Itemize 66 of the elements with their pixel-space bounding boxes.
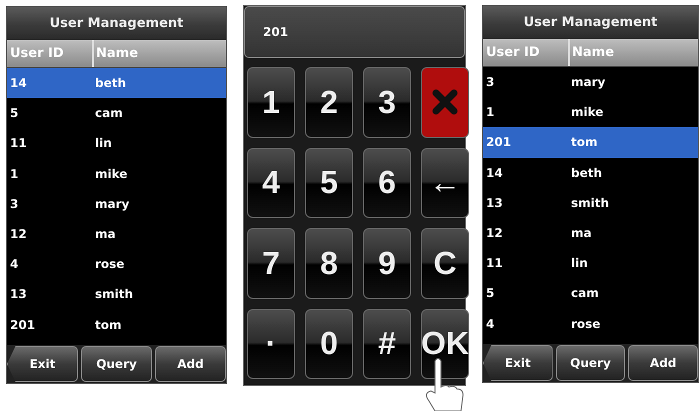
bar-button[interactable]: Add xyxy=(628,345,698,381)
keypad-key[interactable]: · xyxy=(247,308,295,379)
user-name: cam xyxy=(94,106,123,120)
user-name: lin xyxy=(94,136,112,150)
user-id: 13 xyxy=(9,287,27,302)
user-id: 14 xyxy=(9,76,27,90)
user-name: ma xyxy=(570,226,592,240)
screen-title: User Management xyxy=(483,6,698,39)
keypad-key[interactable]: 0 xyxy=(305,308,353,379)
keypad-key[interactable]: 6 xyxy=(363,148,411,218)
screen-title: User Management xyxy=(7,7,226,40)
keypad-key[interactable]: 1 xyxy=(247,67,295,138)
keypad-key[interactable]: 7 xyxy=(247,228,295,298)
user-name: tom xyxy=(570,135,598,150)
user-name: mary xyxy=(94,196,130,211)
keypad-key[interactable]: # xyxy=(363,308,411,379)
bar-button[interactable]: Exit xyxy=(7,346,78,382)
keypad-key[interactable]: 4 xyxy=(247,148,295,218)
input-field[interactable]: 201 xyxy=(244,6,465,58)
user-id: 5 xyxy=(485,286,494,300)
user-id: 3 xyxy=(485,75,494,90)
keypad-key[interactable]: 3 xyxy=(363,67,411,138)
user-name: mike xyxy=(570,105,604,120)
user-name: smith xyxy=(94,287,134,302)
user-name: rose xyxy=(94,257,124,272)
bar-button[interactable]: Query xyxy=(81,346,152,382)
keypad-key[interactable]: ← xyxy=(421,148,469,218)
user-id: 12 xyxy=(485,226,503,240)
user-id: 12 xyxy=(9,227,27,242)
user-id: 11 xyxy=(485,256,503,270)
user-id: 14 xyxy=(485,166,503,180)
user-row[interactable]: 201 tom xyxy=(483,127,698,158)
user-id: 3 xyxy=(9,196,18,211)
bar-button[interactable]: Add xyxy=(155,346,226,382)
user-name: lin xyxy=(570,256,588,270)
user-name: ma xyxy=(94,227,116,242)
user-row[interactable]: 14 beth xyxy=(7,68,226,98)
user-id: 4 xyxy=(485,316,494,331)
user-id: 1 xyxy=(9,166,18,181)
cancel-key[interactable] xyxy=(421,67,469,138)
user-id: 11 xyxy=(9,136,27,150)
user-id: 201 xyxy=(9,318,36,332)
close-icon xyxy=(431,88,459,116)
user-id: 5 xyxy=(9,106,18,120)
user-name: mike xyxy=(94,166,128,181)
user-name: rose xyxy=(570,316,600,331)
keypad-key[interactable]: C xyxy=(421,228,469,298)
user-id: 201 xyxy=(485,135,512,150)
bar-button[interactable]: Exit xyxy=(483,345,553,381)
bar-button[interactable]: Query xyxy=(556,345,626,381)
user-name: beth xyxy=(570,166,602,180)
user-id: 13 xyxy=(485,196,503,210)
user-name: smith xyxy=(570,196,610,210)
user-name: cam xyxy=(570,286,599,300)
keypad-key[interactable]: 2 xyxy=(305,67,353,138)
column-header: User ID xyxy=(9,45,65,63)
keypad-key[interactable]: 9 xyxy=(363,228,411,298)
keypad-key[interactable]: 8 xyxy=(305,228,353,298)
column-header: User ID xyxy=(485,44,541,62)
user-name: beth xyxy=(94,76,126,90)
user-name: tom xyxy=(94,318,122,332)
keypad-key[interactable]: 5 xyxy=(305,148,353,218)
user-name: mary xyxy=(570,75,606,90)
user-id: 1 xyxy=(485,105,494,120)
user-id: 4 xyxy=(9,257,18,272)
keypad-key[interactable]: OK xyxy=(421,308,469,379)
